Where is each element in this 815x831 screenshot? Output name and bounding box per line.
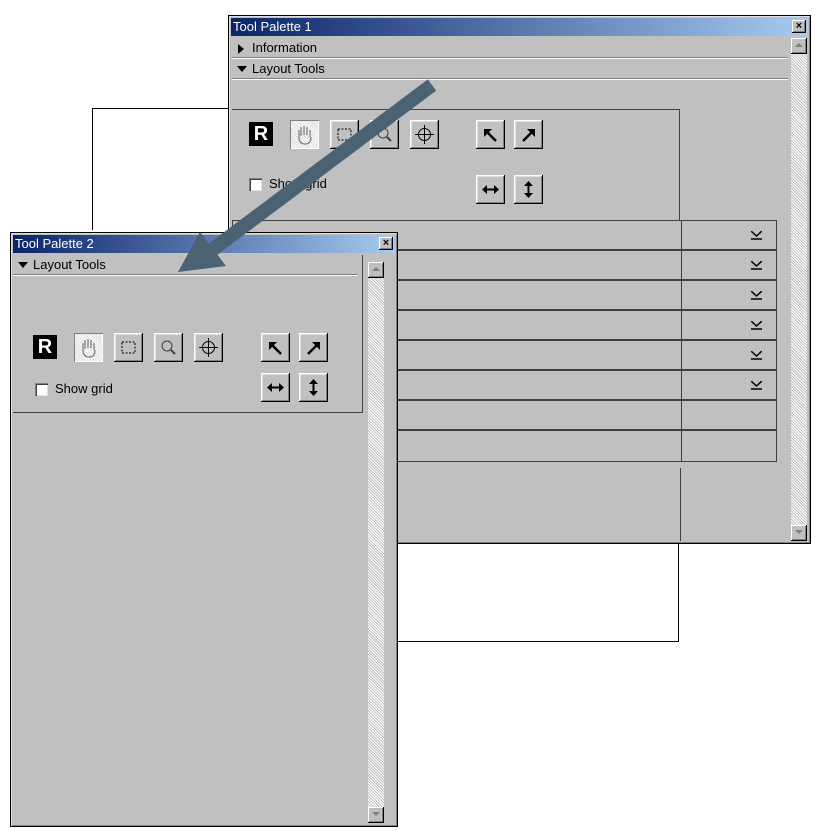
drag-arrow-icon [178,79,437,272]
